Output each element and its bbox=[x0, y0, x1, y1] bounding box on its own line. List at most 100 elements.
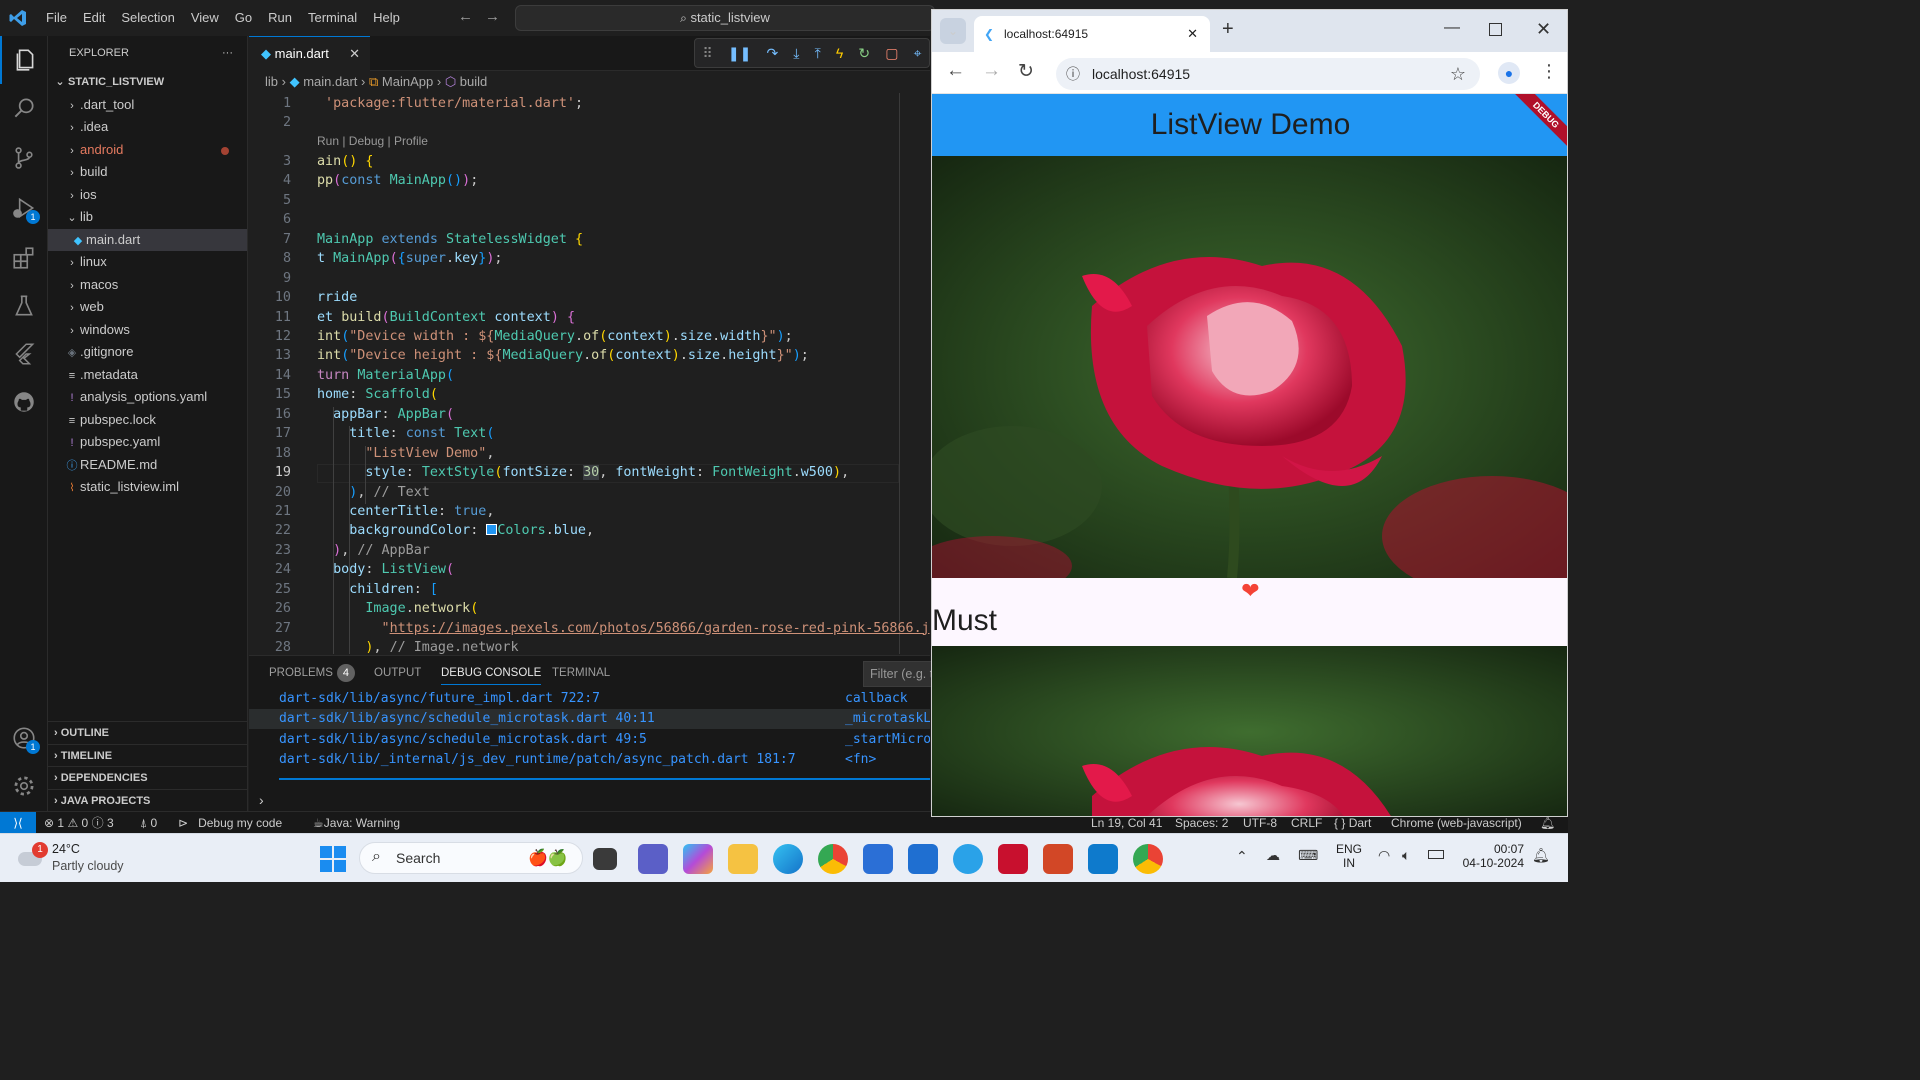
menu-selection[interactable]: Selection bbox=[113, 0, 182, 36]
stack-frame-path[interactable]: dart-sdk/lib/async/schedule_microtask.da… bbox=[279, 709, 655, 729]
command-center-search[interactable]: ⌕ static_listview bbox=[515, 5, 935, 31]
forward-arrow-icon[interactable]: → bbox=[485, 8, 512, 25]
drag-handle-icon[interactable]: ⠿ bbox=[703, 45, 713, 62]
flutter-icon[interactable] bbox=[0, 330, 48, 378]
maximize-icon[interactable] bbox=[1489, 23, 1502, 36]
tree-folder[interactable]: › .dart_tool bbox=[48, 94, 247, 117]
breadcrumb-lib[interactable]: lib bbox=[265, 74, 278, 89]
tree-file[interactable]: ⌇ static_listview.iml bbox=[48, 476, 247, 499]
account-icon[interactable]: 1 bbox=[0, 714, 48, 762]
browser-back-icon[interactable]: ← bbox=[946, 60, 965, 82]
favorite-heart-icon[interactable]: ❤ bbox=[932, 578, 1567, 604]
timeline-section[interactable]: › TIMELINE bbox=[48, 744, 248, 767]
mcafee-icon[interactable] bbox=[998, 844, 1028, 874]
browser-tab[interactable]: ❮ localhost:64915 ✕ bbox=[974, 16, 1210, 52]
site-info-icon[interactable]: ⓘ bbox=[1066, 58, 1080, 90]
reload-icon[interactable]: ↻ bbox=[1018, 60, 1034, 83]
weather-app-icon[interactable] bbox=[953, 844, 983, 874]
console-prompt-icon[interactable]: › bbox=[259, 792, 264, 808]
tree-file[interactable]: ◆ main.dart bbox=[48, 228, 247, 251]
project-root[interactable]: ⌄ STATIC_LISTVIEW bbox=[48, 71, 247, 94]
step-into-icon[interactable]: ⤓ bbox=[793, 45, 799, 62]
search-icon[interactable] bbox=[0, 84, 48, 132]
tree-file[interactable]: ! pubspec.yaml bbox=[48, 431, 247, 454]
tree-file[interactable]: ! analysis_options.yaml bbox=[48, 386, 247, 409]
tab-debug-console[interactable]: DEBUG CONSOLE bbox=[441, 667, 542, 685]
weather-icon[interactable]: 1 bbox=[16, 842, 48, 872]
tree-file[interactable]: ◈ .gitignore bbox=[48, 341, 247, 364]
restart-icon[interactable]: ↻ bbox=[858, 45, 870, 62]
tree-file[interactable]: ≡ pubspec.lock bbox=[48, 409, 247, 432]
weather-temp[interactable]: 24°C bbox=[52, 842, 80, 856]
stack-frame-path[interactable]: dart-sdk/lib/_internal/js_dev_runtime/pa… bbox=[279, 750, 796, 770]
pause-icon[interactable]: ❚❚ bbox=[728, 45, 751, 62]
menu-terminal[interactable]: Terminal bbox=[300, 0, 365, 36]
volume-icon[interactable]: 🔈︎ bbox=[1402, 847, 1410, 864]
tree-file[interactable]: ⓘ README.md bbox=[48, 454, 247, 477]
chrome-taskbar-icon[interactable] bbox=[1133, 844, 1163, 874]
powerpoint-icon[interactable] bbox=[1043, 844, 1073, 874]
clock[interactable]: 00:07 04-10-2024 bbox=[1463, 842, 1524, 870]
file-explorer-icon[interactable] bbox=[728, 844, 758, 874]
extensions-icon[interactable] bbox=[0, 234, 48, 282]
java-status[interactable]: ☕Java: Warning bbox=[313, 812, 400, 834]
inspect-icon[interactable]: ⌖ bbox=[914, 45, 922, 62]
menu-edit[interactable]: Edit bbox=[75, 0, 113, 36]
source-control-icon[interactable] bbox=[0, 134, 48, 182]
dependencies-section[interactable]: › DEPENDENCIES bbox=[48, 766, 248, 789]
breadcrumb-file[interactable]: main.dart bbox=[303, 74, 357, 89]
code-editor[interactable]: Run | Debug | Profile 1 'package:flutter/… bbox=[249, 93, 930, 654]
console-row[interactable]: dart-sdk/lib/async/schedule_microtask.da… bbox=[249, 730, 930, 750]
wifi-icon[interactable]: ◠ bbox=[1378, 847, 1390, 864]
tree-folder[interactable]: › ios bbox=[48, 184, 247, 207]
settings-gear-icon[interactable] bbox=[0, 762, 48, 810]
run-debug-icon[interactable]: 1 bbox=[0, 184, 48, 232]
close-icon[interactable]: ✕ bbox=[349, 37, 360, 71]
my-app-icon[interactable] bbox=[908, 844, 938, 874]
github-icon[interactable] bbox=[0, 378, 48, 426]
menu-go[interactable]: Go bbox=[227, 0, 260, 36]
console-row[interactable]: dart-sdk/lib/_internal/js_dev_runtime/pa… bbox=[249, 750, 930, 770]
hot-reload-icon[interactable]: ϟ bbox=[836, 45, 843, 61]
console-row[interactable]: dart-sdk/lib/async/future_impl.dart 722:… bbox=[249, 689, 930, 709]
breadcrumb-method[interactable]: build bbox=[460, 74, 487, 89]
step-over-icon[interactable]: ↷ bbox=[766, 45, 778, 62]
task-view-icon[interactable] bbox=[593, 848, 617, 870]
tab-main-dart[interactable]: ◆ main.dart ✕ bbox=[249, 36, 370, 71]
teams-icon[interactable] bbox=[638, 844, 668, 874]
outline-section[interactable]: › OUTLINE bbox=[48, 721, 248, 744]
remote-icon[interactable]: ⟩⟨ bbox=[0, 812, 36, 834]
filter-input[interactable]: Filter (e.g. t bbox=[863, 661, 933, 687]
stack-frame-path[interactable]: dart-sdk/lib/async/future_impl.dart 722:… bbox=[279, 689, 600, 709]
show-hidden-icons-chevron-icon[interactable]: ⌃ bbox=[1236, 848, 1248, 865]
edge-icon[interactable] bbox=[773, 844, 803, 874]
tab-output[interactable]: OUTPUT bbox=[374, 667, 421, 679]
menu-view[interactable]: View bbox=[183, 0, 227, 36]
menu-kebab-icon[interactable]: ⋮ bbox=[1540, 61, 1558, 82]
tab-terminal[interactable]: TERMINAL bbox=[552, 667, 610, 679]
close-window-icon[interactable]: ✕ bbox=[1536, 19, 1551, 40]
stack-frame-path[interactable]: dart-sdk/lib/async/schedule_microtask.da… bbox=[279, 730, 647, 750]
tree-folder[interactable]: ⌄ lib bbox=[48, 206, 247, 229]
menu-run[interactable]: Run bbox=[260, 0, 300, 36]
bookmark-star-icon[interactable]: ☆ bbox=[1450, 58, 1466, 90]
step-out-icon[interactable]: ⤒ bbox=[815, 45, 821, 62]
tree-file[interactable]: ≡ .metadata bbox=[48, 364, 247, 387]
battery-icon[interactable] bbox=[1428, 850, 1444, 859]
menu-file[interactable]: File bbox=[38, 0, 75, 36]
tree-folder[interactable]: › linux bbox=[48, 251, 247, 274]
breadcrumb-class[interactable]: MainApp bbox=[382, 74, 433, 89]
microsoft-store-icon[interactable] bbox=[863, 844, 893, 874]
ports-status[interactable]: ⍋ 0 bbox=[140, 812, 157, 834]
codelens-run-debug[interactable]: Run | Debug | Profile bbox=[317, 134, 428, 148]
stop-icon[interactable]: ▢ bbox=[885, 45, 898, 62]
tab-search-chevron-icon[interactable]: ⌄ bbox=[940, 18, 966, 44]
tree-folder[interactable]: › android bbox=[48, 139, 247, 162]
testing-flask-icon[interactable] bbox=[0, 282, 48, 330]
minimize-icon[interactable]: — bbox=[1444, 19, 1460, 37]
close-tab-icon[interactable]: ✕ bbox=[1187, 16, 1198, 52]
tree-folder[interactable]: › windows bbox=[48, 319, 247, 342]
copilot-icon[interactable] bbox=[683, 844, 713, 874]
profile-avatar-icon[interactable]: ● bbox=[1498, 62, 1520, 84]
tree-folder[interactable]: › web bbox=[48, 296, 247, 319]
